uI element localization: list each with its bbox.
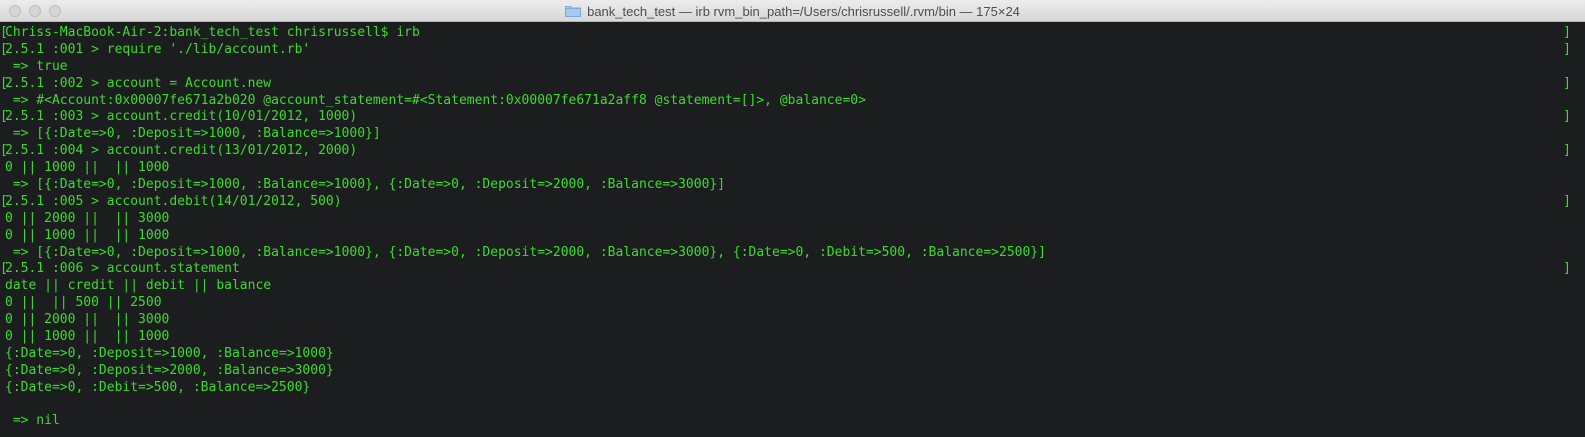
terminal-output-line: {:Date=>0, :Debit=>500, :Balance=>2500} — [5, 379, 311, 395]
terminal-output-line: 0 || || 500 || 2500 — [5, 295, 162, 311]
terminal-output-line: => [{:Date=>0, :Deposit=>1000, :Balance=… — [5, 177, 726, 193]
terminal-output-line: 0 || 2000 || || 3000 — [5, 312, 170, 328]
terminal-output-line: => [{:Date=>0, :Deposit=>1000, :Balance=… — [5, 126, 381, 142]
terminal-output-line: {:Date=>0, :Deposit=>1000, :Balance=>100… — [5, 345, 334, 361]
terminal-output-line: 0 || 1000 || || 1000 — [5, 329, 170, 345]
terminal-output-line: 0 || 1000 || || 1000 — [5, 227, 170, 243]
terminal-output-line: => true — [5, 58, 68, 74]
terminal-output[interactable]: Chriss-MacBook-Air-2:bank_tech_test chri… — [0, 25, 1585, 430]
title-bar[interactable]: bank_tech_test — irb rvm_bin_path=/Users… — [0, 0, 1585, 22]
terminal-scrollbar[interactable] — [1575, 22, 1585, 437]
terminal-output-line: => nil — [5, 413, 60, 429]
terminal-window: bank_tech_test — irb rvm_bin_path=/Users… — [0, 0, 1585, 437]
terminal-prompt-line: 2.5.1 :003 > account.credit(10/01/2012, … — [0, 109, 1585, 126]
terminal-output-line: 0 || 1000 || || 1000 — [5, 160, 170, 176]
terminal-prompt-line: 2.5.1 :004 > account.credit(13/01/2012, … — [0, 143, 1585, 160]
terminal-output-line: => [{:Date=>0, :Deposit=>1000, :Balance=… — [5, 244, 1046, 260]
terminal-prompt-line: 2.5.1 :001 > require './lib/account.rb' — [0, 42, 1585, 59]
folder-icon — [565, 6, 582, 17]
terminal-output-line: => #<Account:0x00007fe671a2b020 @account… — [5, 92, 866, 108]
terminal-prompt-line: 2.5.1 :006 > account.statement — [0, 261, 1585, 278]
terminal-output-line: 0 || 2000 || || 3000 — [5, 210, 170, 226]
terminal-prompt-line: Chriss-MacBook-Air-2:bank_tech_test chri… — [0, 25, 1585, 42]
window-title-area: bank_tech_test — irb rvm_bin_path=/Users… — [0, 0, 1585, 22]
terminal-content[interactable]: Chriss-MacBook-Air-2:bank_tech_test chri… — [0, 22, 1585, 437]
terminal-prompt-line: 2.5.1 :002 > account = Account.new — [0, 76, 1585, 93]
terminal-prompt-line: 2.5.1 :005 > account.debit(14/01/2012, 5… — [0, 194, 1585, 211]
window-title: bank_tech_test — irb rvm_bin_path=/Users… — [587, 3, 1020, 19]
terminal-output-line: {:Date=>0, :Deposit=>2000, :Balance=>300… — [5, 362, 334, 378]
terminal-output-line: date || credit || debit || balance — [5, 278, 272, 294]
